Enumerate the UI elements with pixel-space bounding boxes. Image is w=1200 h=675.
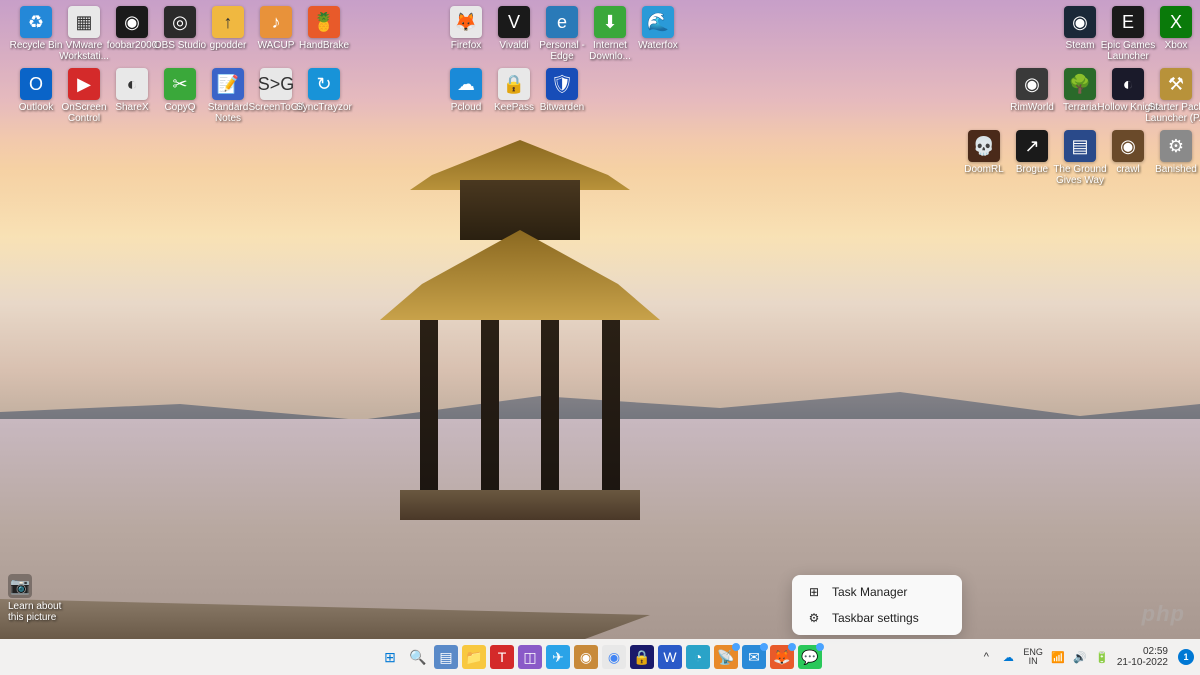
icon-label: Xbox (1144, 40, 1200, 51)
system-tray: ^ ☁ ENG IN 📶 🔊 🔋 02:59 21-10-2022 1 (979, 639, 1194, 675)
taskbar-explorer[interactable]: 📁 (462, 645, 486, 669)
app-icon: 🍍 (308, 6, 340, 38)
camera-icon: 📷 (8, 574, 32, 598)
taskbar-task-view[interactable]: ▤ (434, 645, 458, 669)
app-icon: O (20, 68, 52, 100)
desktop[interactable]: ♻Recycle Bin▦VMware Workstati...◉foobar2… (0, 0, 1200, 675)
taskbar-context-menu: ⊞ Task Manager ⚙ Taskbar settings (792, 575, 962, 635)
app-icon: V (498, 6, 530, 38)
clock[interactable]: 02:59 21-10-2022 (1117, 646, 1170, 668)
taskbar-app1[interactable]: T (490, 645, 514, 669)
icon-label: Banished (1144, 164, 1200, 175)
lang-secondary: IN (1029, 657, 1038, 666)
app-icon: ↑ (212, 6, 244, 38)
app-icon: e (546, 6, 578, 38)
app-icon: E (1112, 6, 1144, 38)
app-icon: 🔒 (498, 68, 530, 100)
context-menu-label: Taskbar settings (832, 611, 919, 625)
icon-label: HandBrake (292, 40, 356, 51)
app-icon: ◉ (1064, 6, 1096, 38)
taskbar-telegram[interactable]: ✈ (546, 645, 570, 669)
app-icon: ⬇ (594, 6, 626, 38)
task-manager-icon: ⊞ (806, 585, 822, 599)
app-icon: 🦊 (450, 6, 482, 38)
app-icon: ▦ (68, 6, 100, 38)
onedrive-icon[interactable]: ☁ (1001, 650, 1015, 664)
context-menu-label: Task Manager (832, 585, 907, 599)
icon-label: SyncTrayzor (292, 102, 356, 113)
app-icon: ▶ (68, 68, 100, 100)
notification-badge[interactable]: 1 (1178, 649, 1194, 665)
app-icon: ↻ (308, 68, 340, 100)
volume-icon[interactable]: 🔊 (1073, 650, 1087, 664)
taskbar-app4[interactable]: 🔒 (630, 645, 654, 669)
taskbar-search[interactable]: 🔍 (406, 645, 430, 669)
app-icon: S>G (260, 68, 292, 100)
gear-icon: ⚙ (806, 611, 822, 625)
language-indicator[interactable]: ENG IN (1023, 648, 1043, 666)
desktop-icon-synctrayzor[interactable]: ↻ SyncTrayzor (292, 68, 356, 113)
taskbar[interactable]: ⊞🔍▤📁T◫✈◉◉🔒W◔📡✉🦊💬 ^ ☁ ENG IN 📶 🔊 🔋 02:59 … (0, 639, 1200, 675)
app-icon: X (1160, 6, 1192, 38)
app-icon: ▤ (1064, 130, 1096, 162)
clock-time: 02:59 (1143, 646, 1168, 657)
taskbar-app6[interactable]: 📡 (714, 645, 738, 669)
taskbar-start[interactable]: ⊞ (378, 645, 402, 669)
spotlight-label: Learn about this picture (8, 601, 78, 623)
taskbar-center: ⊞🔍▤📁T◫✈◉◉🔒W◔📡✉🦊💬 (378, 639, 822, 675)
desktop-icon-waterfox[interactable]: 🌊 Waterfox (626, 6, 690, 51)
taskbar-app5[interactable]: ◔ (686, 645, 710, 669)
wifi-icon[interactable]: 📶 (1051, 650, 1065, 664)
desktop-icon-starter-pack-launcher-p[interactable]: ⚒Starter Pack Launcher (P... (1144, 68, 1200, 124)
desktop-icon-xbox[interactable]: X Xbox (1144, 6, 1200, 51)
taskbar-chrome[interactable]: ◉ (602, 645, 626, 669)
taskbar-app2[interactable]: ◫ (518, 645, 542, 669)
taskbar-mail[interactable]: ✉ (742, 645, 766, 669)
app-icon: ◐ (116, 68, 148, 100)
watermark: php (1142, 601, 1185, 627)
context-menu-task-manager[interactable]: ⊞ Task Manager (796, 579, 958, 605)
icon-label: Waterfox (626, 40, 690, 51)
app-icon: ◉ (1112, 130, 1144, 162)
app-icon: 📝 (212, 68, 244, 100)
app-icon: ◉ (1016, 68, 1048, 100)
app-icon: 🛡 (546, 68, 578, 100)
desktop-icon-banished[interactable]: ⚙ Banished (1144, 130, 1200, 175)
app-icon: ◎ (164, 6, 196, 38)
app-icon: ⚒ (1160, 68, 1192, 100)
app-icon: ◉ (116, 6, 148, 38)
taskbar-word[interactable]: W (658, 645, 682, 669)
clock-date: 21-10-2022 (1117, 657, 1168, 668)
battery-icon[interactable]: 🔋 (1095, 650, 1109, 664)
app-icon: ↗ (1016, 130, 1048, 162)
desktop-icons-area: ♻Recycle Bin▦VMware Workstati...◉foobar2… (0, 0, 1200, 639)
app-icon: 🌳 (1064, 68, 1096, 100)
app-icon: ⚙ (1160, 130, 1192, 162)
app-icon: ♻ (20, 6, 52, 38)
context-menu-taskbar-settings[interactable]: ⚙ Taskbar settings (796, 605, 958, 631)
taskbar-app3[interactable]: ◉ (574, 645, 598, 669)
tray-chevron-up-icon[interactable]: ^ (979, 650, 993, 664)
taskbar-whatsapp[interactable]: 💬 (798, 645, 822, 669)
icon-label: Starter Pack Launcher (P... (1144, 102, 1200, 124)
app-icon: ♪ (260, 6, 292, 38)
app-icon: ☁ (450, 68, 482, 100)
taskbar-firefox-tb[interactable]: 🦊 (770, 645, 794, 669)
desktop-icon-handbrake[interactable]: 🍍 HandBrake (292, 6, 356, 51)
app-icon: ✂ (164, 68, 196, 100)
app-icon: 💀 (968, 130, 1000, 162)
spotlight-camera-widget[interactable]: 📷 Learn about this picture (8, 574, 78, 623)
icon-label: Bitwarden (530, 102, 594, 113)
desktop-icon-bitwarden[interactable]: 🛡 Bitwarden (530, 68, 594, 113)
app-icon: 🌊 (642, 6, 674, 38)
app-icon: ◐ (1112, 68, 1144, 100)
